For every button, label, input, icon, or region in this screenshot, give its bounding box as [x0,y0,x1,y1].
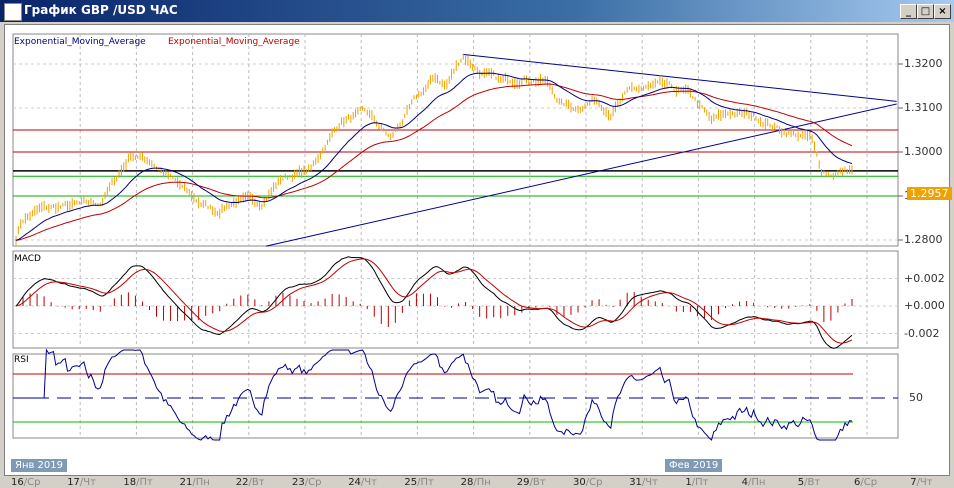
chart-area[interactable]: Exponential_Moving_Average Exponential_M… [4,24,952,488]
trendline [462,53,897,102]
month-label-feb: Фев 2019 [665,459,723,472]
maximize-button[interactable]: □ [917,4,934,19]
price-axis-label: 1.3100 [904,101,943,114]
rsi-line [16,348,853,441]
trendline [265,103,897,247]
month-label-jan: Янв 2019 [11,459,68,472]
price-axis-label: 1.3200 [904,57,943,70]
macd-axis-label: +0.000 [904,299,945,312]
title-bar[interactable]: График GBP /USD ЧАС _ □ × [0,0,954,22]
price-axis-label: 1.2800 [904,233,943,246]
macd-axis-label: +0.002 [904,271,945,285]
window-title: График GBP /USD ЧАС [24,3,178,17]
last-price-badge: 1.2957 [907,187,952,200]
macd-signal-line [15,258,853,344]
chart-canvas[interactable] [5,25,949,475]
legend-ema-fast: Exponential_Moving_Average [14,37,146,47]
macd-axis-label: -0.002 [904,326,940,340]
macd-histogram [22,291,853,328]
rsi-panel [12,353,899,439]
macd-label: MACD [14,254,41,264]
chart-app-icon [4,3,22,21]
rsi-label: RSI [14,355,29,365]
rsi-axis-label: 50 [909,391,923,404]
macd-line [15,256,853,349]
ema-fast-line [15,72,853,241]
close-button[interactable]: × [934,4,951,19]
minimize-button[interactable]: _ [900,4,917,19]
price-axis-label: 1.3000 [904,145,943,158]
legend-ema-slow: Exponential_Moving_Average [168,37,300,47]
price-panel [12,33,899,247]
